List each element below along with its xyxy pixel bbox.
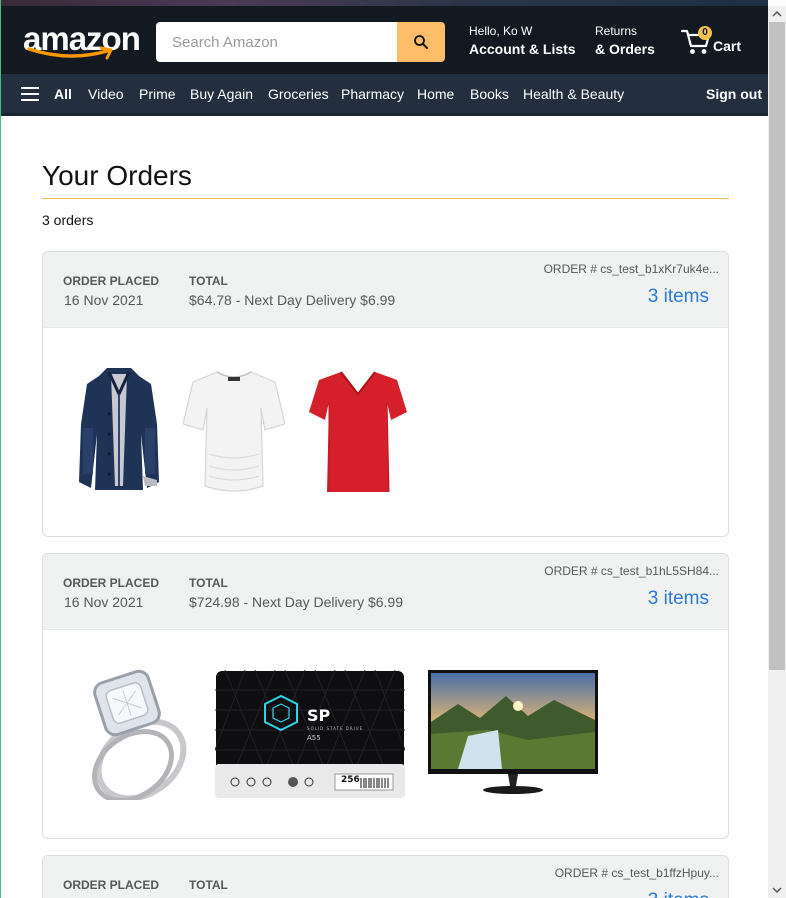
account-lists-label: Account & Lists	[469, 41, 576, 57]
scroll-up-arrow-icon[interactable]	[768, 6, 786, 22]
total-label: TOTAL	[189, 878, 228, 892]
order-products: SP SOLID STATE DRIVE A55 256	[43, 630, 728, 836]
order-total: $724.98 - Next Day Delivery $6.99	[189, 594, 403, 610]
nav-groceries[interactable]: Groceries	[268, 86, 329, 102]
returns-orders-link[interactable]: Returns & Orders	[595, 24, 655, 59]
cart-button[interactable]: 0 Cart	[681, 26, 761, 60]
nav-buy-again[interactable]: Buy Again	[190, 86, 253, 102]
hamburger-menu-icon[interactable]	[21, 87, 39, 101]
browser-viewport: amazon Hello, Ko W Account & Lists Retur…	[0, 0, 768, 898]
order-products	[43, 328, 728, 534]
order-header: ORDER PLACED 16 Nov 2021 TOTAL $64.78 - …	[43, 252, 728, 328]
account-greeting: Hello, Ko W	[469, 24, 533, 38]
order-header: ORDER PLACED TOTAL ORDER # cs_test_b1ffz…	[43, 856, 728, 898]
order-placed-label: ORDER PLACED	[63, 878, 160, 892]
order-date: 16 Nov 2021	[64, 292, 144, 308]
scrollbar[interactable]	[768, 6, 786, 898]
search-input[interactable]	[156, 22, 397, 62]
sign-out-link[interactable]: Sign out	[706, 86, 762, 102]
search-button[interactable]	[397, 22, 445, 62]
cart-count-badge: 0	[698, 26, 712, 40]
red-tshirt-image[interactable]	[309, 368, 407, 496]
logo-smile-icon	[27, 46, 113, 60]
order-items-link[interactable]: 3 items	[648, 286, 709, 308]
order-header: ORDER PLACED 16 Nov 2021 TOTAL $724.98 -…	[43, 554, 728, 630]
search-icon	[414, 35, 428, 49]
page-title: Your Orders	[42, 160, 192, 191]
order-card: ORDER PLACED TOTAL ORDER # cs_test_b1ffz…	[42, 855, 729, 898]
orders-label: & Orders	[595, 41, 655, 57]
ssd-model: A55	[307, 734, 321, 742]
nav-bar: All Video Prime Buy Again Groceries Phar…	[1, 74, 768, 116]
account-menu[interactable]: Hello, Ko W Account & Lists	[469, 24, 576, 59]
monitor-image[interactable]	[428, 670, 598, 798]
order-card: ORDER PLACED 16 Nov 2021 TOTAL $724.98 -…	[42, 553, 729, 839]
order-placed-label: ORDER PLACED	[63, 274, 160, 288]
total-label: TOTAL	[189, 274, 228, 288]
ssd-drive-image[interactable]: SP SOLID STATE DRIVE A55 256	[214, 669, 406, 798]
nav-home[interactable]: Home	[417, 86, 454, 102]
site-header: amazon Hello, Ko W Account & Lists Retur…	[1, 6, 768, 74]
order-number: ORDER # cs_test_b1ffzHpuy...	[554, 866, 719, 880]
order-card: ORDER PLACED 16 Nov 2021 TOTAL $64.78 - …	[42, 251, 729, 537]
order-count: 3 orders	[42, 212, 94, 228]
nav-books[interactable]: Books	[470, 86, 509, 102]
order-number: ORDER # cs_test_b1xKr7uk4e...	[543, 262, 719, 276]
ssd-brand: SP	[307, 706, 331, 725]
white-top-image[interactable]	[183, 368, 285, 496]
order-items-link[interactable]: 3 items	[648, 588, 709, 610]
order-number: ORDER # cs_test_b1hL5SH84...	[544, 564, 719, 578]
scroll-down-arrow-icon[interactable]	[768, 882, 786, 898]
returns-label: Returns	[595, 24, 638, 38]
ssd-capacity: 256	[341, 775, 360, 785]
search-bar	[156, 22, 445, 62]
order-date: 16 Nov 2021	[64, 594, 144, 610]
order-total: $64.78 - Next Day Delivery $6.99	[189, 292, 396, 308]
amazon-logo[interactable]: amazon	[23, 20, 141, 64]
nav-health-beauty[interactable]: Health & Beauty	[523, 86, 624, 102]
total-label: TOTAL	[189, 576, 228, 590]
order-placed-label: ORDER PLACED	[63, 576, 160, 590]
nav-video[interactable]: Video	[88, 86, 124, 102]
order-items-link[interactable]: 3 items	[648, 890, 709, 898]
ssd-line: SOLID STATE DRIVE	[307, 726, 364, 731]
diamond-ring-image[interactable]	[81, 668, 195, 800]
nav-pharmacy[interactable]: Pharmacy	[341, 86, 404, 102]
nav-prime[interactable]: Prime	[139, 86, 176, 102]
title-divider	[42, 198, 729, 199]
cart-label: Cart	[713, 38, 742, 54]
nav-all[interactable]: All	[54, 86, 72, 102]
scrollbar-thumb[interactable]	[769, 22, 785, 670]
navy-jacket-image[interactable]	[79, 364, 159, 496]
